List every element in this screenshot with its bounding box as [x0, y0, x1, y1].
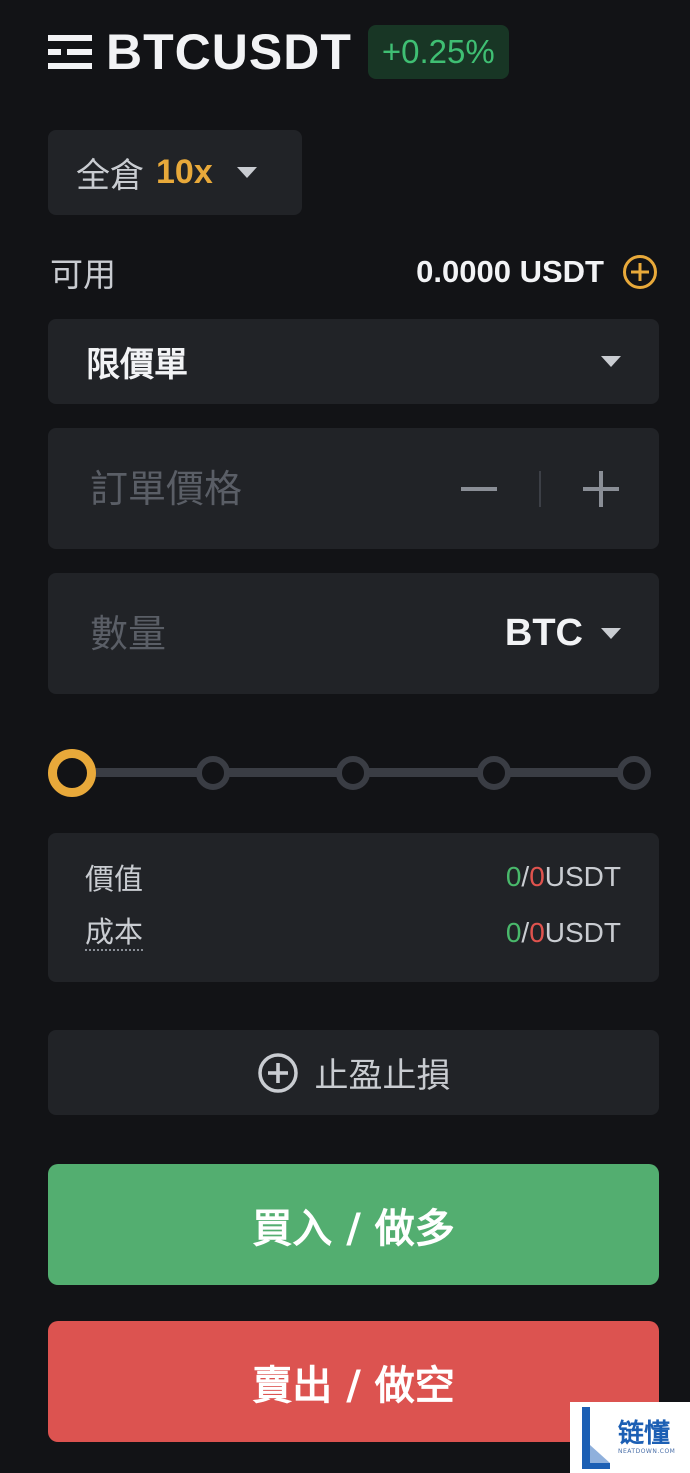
slider-stop-50[interactable]: [336, 756, 370, 790]
value-amount: 0/0USDT: [506, 861, 621, 893]
available-label: 可用: [50, 255, 116, 294]
slider-stop-0[interactable]: [48, 749, 96, 797]
price-input-box: [48, 428, 659, 549]
summary-row-cost: 成本 0/0USDT: [85, 913, 621, 953]
tpsl-button[interactable]: 止盈止損: [48, 1030, 659, 1115]
watermark-text: 链懂 NEATDOWN.COM: [618, 1420, 675, 1456]
cost-long: 0: [505, 917, 522, 948]
available-value: 0.0000 USDT: [416, 254, 604, 289]
quantity-unit-selector[interactable]: BTC: [505, 612, 621, 655]
cost-label[interactable]: 成本: [85, 915, 144, 951]
cost-unit: USDT: [544, 917, 621, 948]
increase-price-button[interactable]: [581, 469, 621, 509]
slider-stop-75[interactable]: [476, 756, 511, 790]
value-short: 0: [529, 861, 545, 892]
order-type-selector[interactable]: 限價單: [48, 319, 659, 404]
caret-down-icon: [601, 356, 621, 367]
decrease-price-button[interactable]: [459, 469, 499, 509]
slider-stop-100[interactable]: [617, 756, 651, 790]
header: BTCUSDT +0.25%: [48, 24, 509, 80]
caret-down-icon: [601, 628, 621, 639]
watermark-en: NEATDOWN.COM: [618, 1448, 676, 1456]
leverage-value: 10x: [156, 153, 213, 191]
value-unit: USDT: [544, 861, 621, 892]
available-balance: 0.0000 USDT: [416, 254, 658, 290]
quantity-unit-label: BTC: [504, 612, 583, 654]
margin-mode-selector[interactable]: 全倉 10x: [48, 130, 302, 215]
order-summary: 價值 0/0USDT 成本 0/0USDT: [48, 833, 659, 982]
caret-down-icon: [236, 167, 257, 178]
value-label: 價值: [85, 862, 144, 896]
sell-short-button[interactable]: 賣出 / 做空: [48, 1321, 659, 1442]
quantity-input-box: BTC: [48, 573, 659, 694]
value-long: 0: [505, 861, 522, 892]
plus-icon: [583, 470, 619, 507]
slider-stop-25[interactable]: [195, 756, 230, 790]
stepper-divider: [539, 470, 541, 507]
symbol-title[interactable]: BTCUSDT: [106, 27, 352, 77]
price-stepper: [459, 469, 621, 509]
watermark: 链懂 NEATDOWN.COM: [570, 1402, 690, 1473]
watermark-cn: 链懂: [618, 1418, 671, 1449]
trade-panel: BTCUSDT +0.25% 全倉 10x 可用 0.0000 USDT 限價單: [0, 0, 690, 1473]
buy-long-button[interactable]: 買入 / 做多: [48, 1164, 659, 1285]
price-change-badge: +0.25%: [367, 25, 509, 79]
add-funds-icon[interactable]: [622, 254, 658, 290]
order-type-label: 限價單: [86, 345, 188, 385]
add-circle-icon: [257, 1052, 298, 1093]
watermark-logo: [582, 1406, 610, 1469]
menu-icon[interactable]: [48, 32, 92, 72]
summary-row-value: 價值 0/0USDT: [85, 857, 621, 897]
cost-short: 0: [529, 917, 545, 948]
tpsl-label: 止盈止損: [314, 1056, 451, 1096]
margin-mode-label: 全倉: [76, 156, 144, 196]
quantity-input[interactable]: [88, 610, 388, 657]
minus-icon: [461, 486, 497, 491]
available-balance-row: 可用 0.0000 USDT: [50, 250, 658, 294]
cost-amount: 0/0USDT: [506, 917, 621, 949]
price-input[interactable]: [88, 465, 388, 512]
quantity-percent-slider[interactable]: [48, 748, 654, 798]
